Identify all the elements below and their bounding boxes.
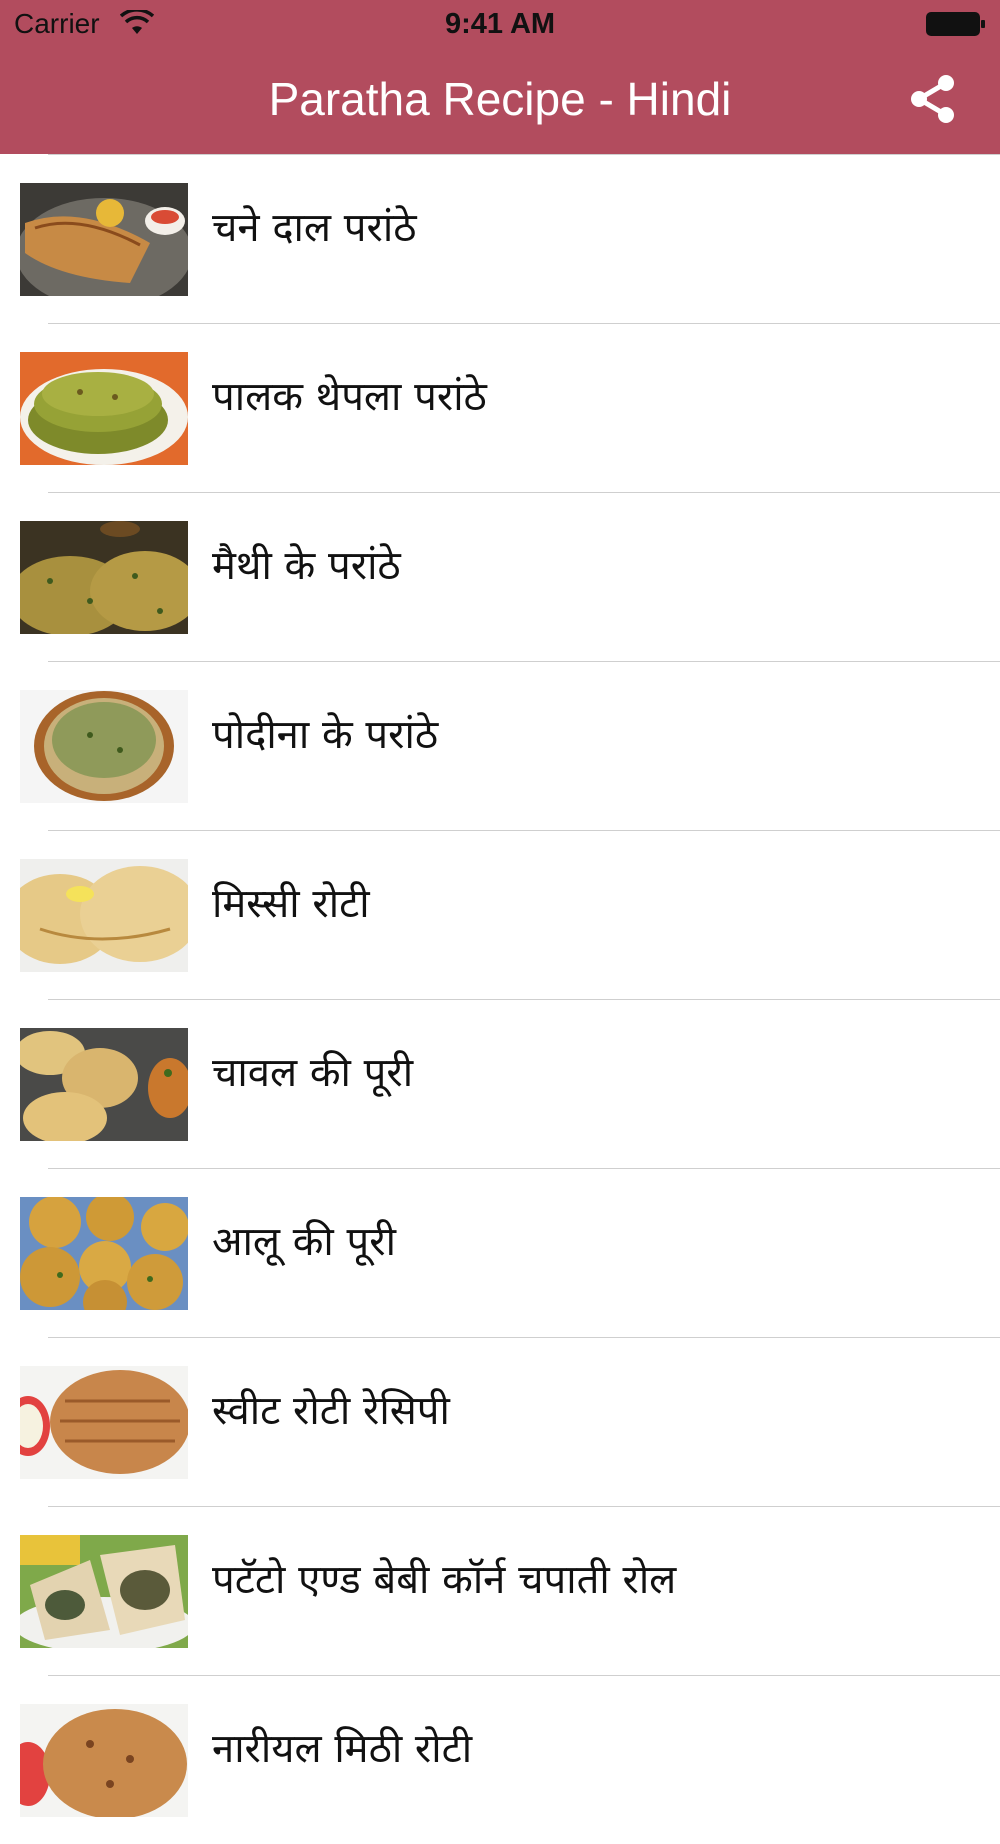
list-item[interactable]: चने दाल परांठे: [0, 154, 1000, 323]
recipe-thumbnail: [20, 521, 188, 634]
recipe-title: चने दाल परांठे: [212, 205, 417, 251]
row-divider: [48, 154, 1000, 155]
top-bar: Carrier 9:41 AM Paratha Recipe - Hindi: [0, 0, 1000, 154]
recipe-thumbnail: [20, 183, 188, 296]
recipe-thumbnail: [20, 859, 188, 972]
recipe-list: चने दाल परांठे पालक थेपला परांठे मैथी के: [0, 154, 1000, 1844]
list-item[interactable]: आलू की पूरी: [0, 1168, 1000, 1337]
list-item[interactable]: मिस्सी रोटी: [0, 830, 1000, 999]
recipe-title: स्वीट रोटी रेसिपी: [212, 1388, 450, 1434]
status-bar: Carrier 9:41 AM: [0, 0, 1000, 50]
recipe-title: पटॅटो एण्ड बेबी कॉर्न चपाती रोल: [212, 1557, 677, 1603]
recipe-thumbnail: [20, 352, 188, 465]
recipe-title: आलू की पूरी: [212, 1219, 396, 1265]
row-divider: [48, 1168, 1000, 1169]
page-title: Paratha Recipe - Hindi: [268, 73, 732, 125]
list-item[interactable]: पोदीना के परांठे: [0, 661, 1000, 830]
list-item[interactable]: मैथी के परांठे: [0, 492, 1000, 661]
list-item[interactable]: चावल की पूरी: [0, 999, 1000, 1168]
recipe-title: मिस्सी रोटी: [212, 881, 370, 927]
row-divider: [48, 1506, 1000, 1507]
recipe-thumbnail: [20, 1704, 188, 1817]
share-icon[interactable]: [906, 72, 960, 126]
recipe-title: नारीयल मिठी रोटी: [212, 1726, 473, 1772]
row-divider: [48, 323, 1000, 324]
list-item[interactable]: पालक थेपला परांठे: [0, 323, 1000, 492]
recipe-title: चावल की पूरी: [212, 1050, 414, 1096]
recipe-title: मैथी के परांठे: [212, 543, 401, 589]
recipe-thumbnail: [20, 1366, 188, 1479]
row-divider: [48, 1675, 1000, 1676]
row-divider: [48, 830, 1000, 831]
row-divider: [48, 999, 1000, 1000]
recipe-thumbnail: [20, 690, 188, 803]
list-item[interactable]: स्वीट रोटी रेसिपी: [0, 1337, 1000, 1506]
list-item[interactable]: पटॅटो एण्ड बेबी कॉर्न चपाती रोल: [0, 1506, 1000, 1675]
list-item[interactable]: नारीयल मिठी रोटी: [0, 1675, 1000, 1844]
recipe-thumbnail: [20, 1028, 188, 1141]
row-divider: [48, 492, 1000, 493]
recipe-thumbnail: [20, 1197, 188, 1310]
battery-icon: [926, 12, 985, 36]
status-time: 9:41 AM: [444, 8, 556, 40]
row-divider: [48, 661, 1000, 662]
recipe-thumbnail: [20, 1535, 188, 1648]
nav-bar: Paratha Recipe - Hindi: [0, 50, 1000, 154]
recipe-title: पालक थेपला परांठे: [212, 374, 487, 420]
row-divider: [48, 1337, 1000, 1338]
recipe-title: पोदीना के परांठे: [212, 712, 439, 758]
